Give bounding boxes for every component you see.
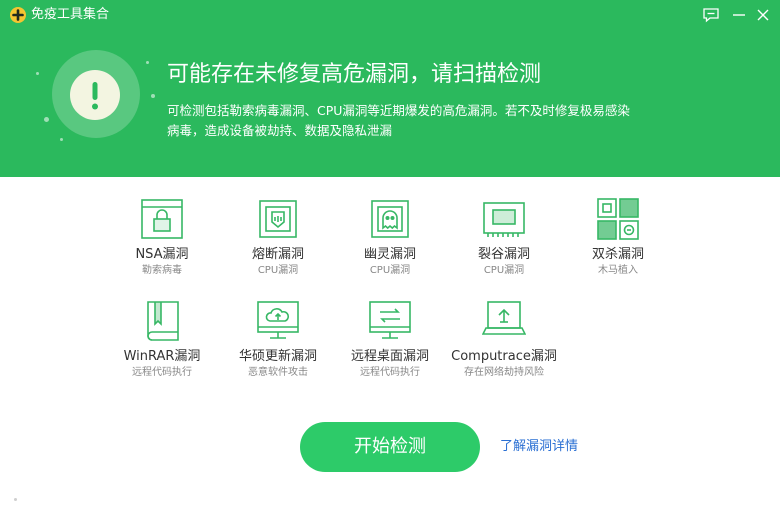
app-logo-icon [10,7,26,23]
decor-dot [60,138,63,141]
archive-book-icon [140,300,184,342]
memory-board-icon [482,198,526,240]
minimize-button[interactable] [729,5,749,25]
feedback-icon [703,8,719,23]
tool-name: 双杀漏洞 [591,247,644,262]
close-icon [757,9,769,21]
banner-description: 可检测包括勒索病毒漏洞、CPU漏洞等近期爆发的高危漏洞。若不及时修复极易感染病毒… [167,103,630,138]
decor-dot [151,94,155,98]
corner-mark [14,498,17,501]
decor-dot [44,117,49,122]
tool-subtitle: 木马植入 [598,265,638,276]
banner: 免疫工具集合 可能存在未修复高危漏洞，请扫描检测 可检测包括勒索病毒漏洞、CPU… [0,0,780,177]
decor-dot [36,72,39,75]
tool-computrace[interactable]: Computrace漏洞 存在网络劫持风险 [444,300,564,396]
minimize-icon [733,14,745,16]
exclamation-icon [70,70,120,120]
ghost-chip-icon [368,198,412,240]
app-title: 免疫工具集合 [31,7,110,22]
remote-desktop-icon [368,300,412,342]
decor-dot [146,61,149,64]
laptop-upload-icon [482,300,526,342]
tool-subtitle: 存在网络劫持风险 [464,367,544,378]
banner-headline: 可能存在未修复高危漏洞，请扫描检测 [167,62,542,87]
app-window: 免疫工具集合 可能存在未修复高危漏洞，请扫描检测 可检测包括勒索病毒漏洞、CPU… [0,0,780,520]
vulnerability-details-link[interactable]: 了解漏洞详情 [500,438,578,456]
grid-browser-icon [596,198,640,240]
close-button[interactable] [753,5,773,25]
title-bar: 免疫工具集合 [0,0,780,30]
feedback-button[interactable] [701,5,721,25]
browser-lock-icon [140,198,184,240]
cloud-monitor-icon [256,300,300,342]
start-scan-button[interactable]: 开始检测 [300,422,480,472]
tool-name: Computrace漏洞 [451,349,557,364]
tool-double-kill[interactable]: 双杀漏洞 木马植入 [558,198,678,294]
chip-icon [256,198,300,240]
